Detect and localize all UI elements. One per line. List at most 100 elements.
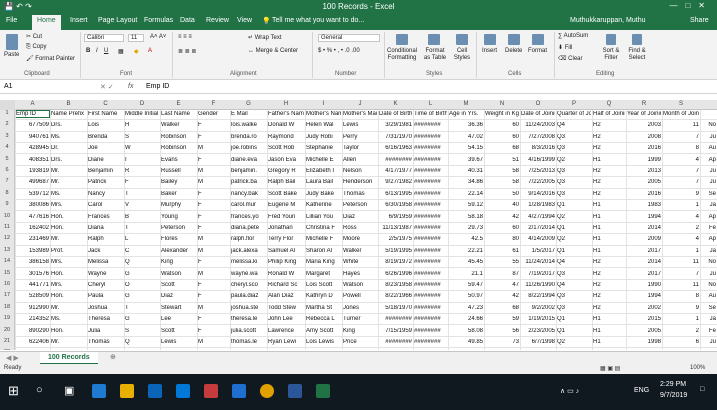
cell[interactable]: H2 <box>593 168 625 174</box>
cell[interactable]: E Mail <box>231 111 266 117</box>
clear-button[interactable]: ⌫ Clear <box>558 55 583 62</box>
cell[interactable]: 54.15 <box>449 145 483 151</box>
cell[interactable]: paula.diaz <box>231 293 266 299</box>
cell[interactable]: Patrick <box>88 179 123 185</box>
cell[interactable]: 11 <box>663 282 699 288</box>
cell[interactable]: H2 <box>593 305 625 311</box>
cell[interactable]: 6/26/1996 <box>379 271 412 277</box>
cell[interactable]: ######## <box>414 214 447 220</box>
app-icon[interactable] <box>204 384 218 398</box>
cell[interactable]: ######## <box>414 328 447 334</box>
cell[interactable]: 8/22/1966 <box>379 293 412 299</box>
cell[interactable]: Quarter of Joining <box>557 111 591 117</box>
fx-icon[interactable]: fx <box>128 83 133 90</box>
cell[interactable]: 47.02 <box>449 134 483 140</box>
cell[interactable]: Lee <box>161 316 196 322</box>
insert-cells-icon[interactable] <box>484 34 496 45</box>
cell[interactable]: Lewis <box>343 122 377 128</box>
column-header[interactable]: I <box>305 101 342 107</box>
cell[interactable]: Katherine <box>306 202 341 208</box>
cell[interactable]: Prof. <box>51 248 86 254</box>
column-header[interactable]: K <box>378 101 413 107</box>
cell[interactable]: ######## <box>414 339 447 345</box>
cell[interactable]: 7/27/2008 <box>521 134 555 140</box>
cell[interactable]: No <box>701 282 716 288</box>
cell[interactable]: julia.scott <box>231 328 266 334</box>
tab-home[interactable]: Home <box>32 15 61 30</box>
cell[interactable]: 2002 <box>627 305 661 311</box>
tab-formulas[interactable]: Formulas <box>144 17 173 24</box>
row-number[interactable]: 10 <box>0 212 15 224</box>
cell[interactable]: 11 <box>663 122 699 128</box>
cell[interactable]: Cheryl <box>88 282 123 288</box>
align-left-icons[interactable]: ≣ ≣ ≣ <box>178 48 196 55</box>
cell-styles-button[interactable]: Cell Styles <box>453 48 471 62</box>
cell[interactable]: Ms. <box>51 191 86 197</box>
column-header[interactable]: H <box>267 101 305 107</box>
cell[interactable]: Scott <box>161 282 196 288</box>
row-number[interactable]: 21 <box>0 338 15 350</box>
cell[interactable]: I <box>125 157 159 163</box>
cell[interactable]: 153989 <box>16 248 49 254</box>
cell[interactable]: ######## <box>414 293 447 299</box>
cell[interactable]: 890290 <box>16 328 49 334</box>
row-number[interactable]: 1 <box>0 110 15 122</box>
sort-filter-icon[interactable] <box>606 34 616 45</box>
cell[interactable]: L <box>125 236 159 242</box>
cell[interactable]: 193819 <box>16 168 49 174</box>
cell[interactable]: Alan Diaz <box>268 293 304 299</box>
cell[interactable]: Evans <box>161 157 196 163</box>
cell[interactable]: John Lee <box>268 316 304 322</box>
cell[interactable]: Fe <box>701 328 716 334</box>
cell[interactable]: 11/13/1987 <box>379 225 412 231</box>
cell[interactable]: H1 <box>593 157 625 163</box>
cell[interactable]: Date of Joining <box>521 111 555 117</box>
cell[interactable]: Hon. <box>51 328 86 334</box>
cell[interactable]: Ralph Bail <box>268 179 304 185</box>
cell[interactable]: F <box>198 134 229 140</box>
cell[interactable]: Diane <box>88 157 123 163</box>
cut-button[interactable]: ✂ Cut <box>26 33 42 40</box>
cell[interactable]: 528509 <box>16 293 49 299</box>
cell[interactable]: 5/19/1995 <box>379 248 412 254</box>
underline-button[interactable]: U <box>104 48 108 54</box>
cell[interactable]: Mother's Maiden <box>343 111 377 117</box>
cell[interactable]: 42.5 <box>449 236 483 242</box>
cell[interactable]: 622406 <box>16 339 49 345</box>
cell[interactable]: Q1 <box>557 328 591 334</box>
cell[interactable]: Q1 <box>557 248 591 254</box>
cell[interactable]: joshua.ste <box>231 305 266 311</box>
cell[interactable]: Stewart <box>161 305 196 311</box>
cell[interactable]: Peterson <box>161 225 196 231</box>
cell[interactable]: 58 <box>485 179 519 185</box>
ui-app-icon[interactable] <box>232 384 246 398</box>
cell[interactable]: Bailey <box>161 179 196 185</box>
cell[interactable]: Carol <box>88 202 123 208</box>
row-number[interactable]: 6 <box>0 167 15 179</box>
cell[interactable]: Q3 <box>557 305 591 311</box>
cell[interactable]: 4/27/1994 <box>521 214 555 220</box>
delete-cells-icon[interactable] <box>508 34 520 45</box>
cell[interactable]: H2 <box>593 271 625 277</box>
cell[interactable]: F <box>198 214 229 220</box>
cell[interactable]: 4 <box>663 157 699 163</box>
cell[interactable]: Melissa <box>88 259 123 265</box>
cell[interactable]: Scott Rob <box>268 145 304 151</box>
cell[interactable]: 3/29/1981 <box>379 122 412 128</box>
language-indicator[interactable]: ENG <box>634 387 649 394</box>
cell[interactable]: 50 <box>485 191 519 197</box>
cell[interactable]: Month of Joining <box>663 111 699 117</box>
cell[interactable]: ######## <box>414 202 447 208</box>
cell[interactable]: Todd Stew <box>268 305 304 311</box>
paste-label[interactable]: Paste <box>4 52 19 58</box>
number-format-icons[interactable]: $ • % • , • .0 .00 <box>318 48 360 54</box>
column-header[interactable]: A <box>15 101 50 107</box>
cell[interactable]: F <box>198 282 229 288</box>
mail-icon[interactable] <box>176 384 190 398</box>
conditional-formatting-button[interactable]: Conditional Formatting <box>386 48 418 62</box>
cell[interactable]: Benjamin <box>88 168 123 174</box>
cell[interactable]: Mr. <box>51 236 86 242</box>
cell[interactable]: F <box>198 202 229 208</box>
view-buttons[interactable]: ▦ ▣ ▤ <box>600 365 620 372</box>
cell[interactable]: H <box>125 122 159 128</box>
